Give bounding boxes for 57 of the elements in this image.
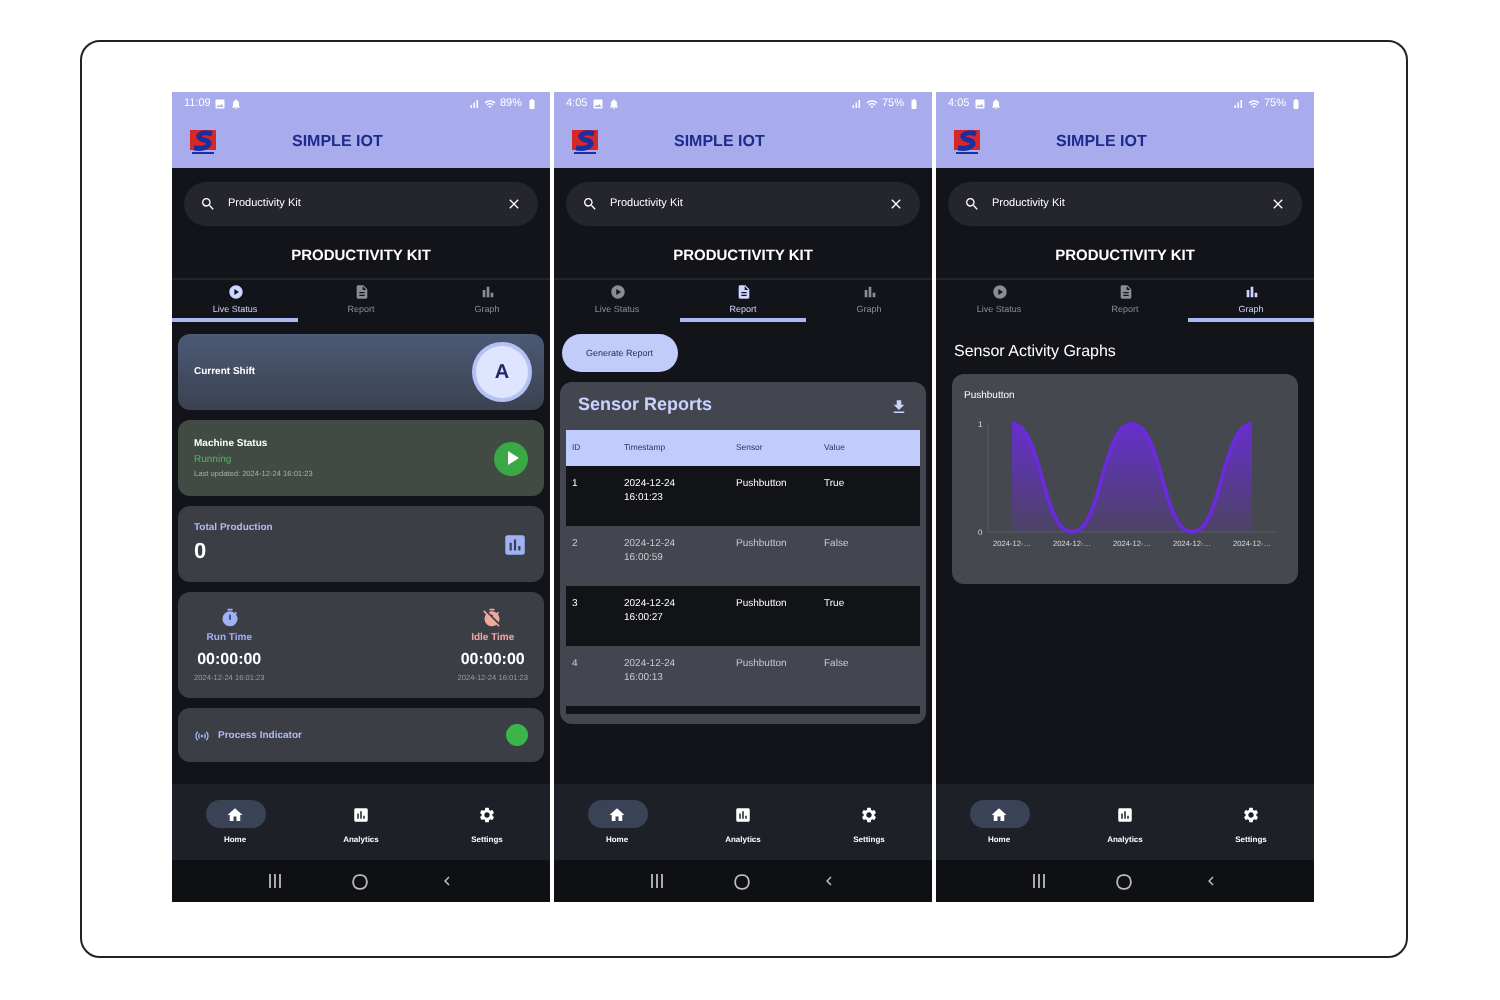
settings-icon — [1242, 805, 1260, 823]
chart-icon — [352, 805, 370, 823]
production-value: 0 — [194, 539, 209, 567]
signal-icon — [467, 98, 480, 110]
timer-value: 00:00:00 — [197, 649, 262, 670]
document-icon — [1117, 284, 1133, 301]
download-icon[interactable] — [890, 397, 908, 415]
bell-icon — [989, 98, 1002, 110]
document-icon — [735, 284, 751, 301]
play-button[interactable] — [494, 441, 528, 476]
bar-chart-icon — [861, 284, 877, 301]
wifi-icon — [865, 98, 878, 110]
stopwatch-icon — [219, 608, 240, 629]
document-icon — [353, 284, 369, 301]
chart-icon — [1116, 805, 1134, 823]
shift-badge: A — [476, 346, 528, 399]
recent-apps-icon[interactable] — [267, 874, 281, 888]
home-icon — [990, 805, 1008, 823]
image-icon — [214, 98, 227, 110]
chart-icon — [734, 805, 752, 823]
timer-value: 00:00:00 — [460, 649, 525, 670]
recent-apps-icon[interactable] — [1031, 874, 1045, 888]
signal-icon — [1231, 98, 1244, 110]
battery-icon — [1290, 98, 1302, 110]
logo-icon — [952, 126, 984, 158]
close-icon[interactable] — [1270, 196, 1286, 212]
home-icon — [608, 805, 626, 823]
signal-icon — [849, 98, 862, 110]
wifi-icon — [483, 98, 496, 110]
app-title: SIMPLE IOT — [292, 132, 383, 152]
logo-icon — [570, 126, 602, 158]
battery-icon — [908, 98, 920, 110]
image-icon — [973, 98, 986, 110]
close-icon[interactable] — [888, 196, 904, 212]
logo-icon — [188, 126, 220, 158]
chart-icon — [502, 531, 528, 558]
sensor-icon — [194, 727, 210, 744]
search-icon — [964, 196, 980, 212]
stopwatch-off-icon — [482, 608, 503, 629]
close-icon[interactable] — [506, 196, 522, 212]
wifi-icon — [1247, 98, 1260, 110]
search-icon — [200, 196, 216, 212]
bar-chart-icon — [1243, 284, 1259, 301]
section-heading: Sensor Activity Graphs — [952, 342, 1118, 363]
app-title: SIMPLE IOT — [1056, 132, 1147, 152]
home-icon — [226, 805, 244, 823]
battery-icon — [526, 98, 538, 110]
app-title: SIMPLE IOT — [674, 132, 765, 152]
bell-icon — [607, 98, 620, 110]
panel-title: Sensor Reports — [578, 394, 713, 418]
search-icon — [582, 196, 598, 212]
bell-icon — [230, 98, 243, 110]
recent-apps-icon[interactable] — [649, 874, 663, 888]
settings-icon — [478, 805, 496, 823]
bar-chart-icon — [479, 284, 495, 301]
image-icon — [591, 98, 604, 110]
settings-icon — [860, 805, 878, 823]
